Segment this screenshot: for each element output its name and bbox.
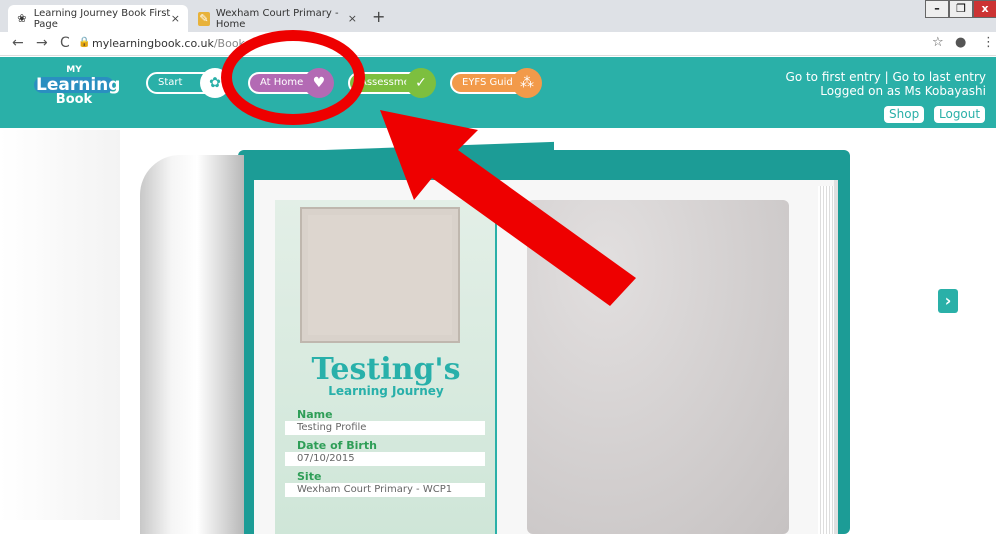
logo-line2: Learning [34, 75, 121, 95]
name-value: Testing Profile [285, 421, 485, 435]
book-subtitle: Learning Journey [328, 384, 444, 398]
tab-title: Learning Journey Book First Page [33, 7, 171, 30]
address-bar: ← → C 🔒 mylearningbook.co.uk/Book ☆ ● ⋮ [0, 32, 996, 56]
site-value: Wexham Court Primary - WCP1 [285, 483, 485, 497]
logout-button[interactable]: Logout [934, 106, 986, 123]
minimize-button[interactable]: – [925, 0, 949, 18]
dob-label: Date of Birth [297, 439, 377, 452]
stage-glow [0, 130, 120, 520]
tab-title: Wexham Court Primary - Home [215, 7, 339, 30]
tab-close-icon[interactable]: × [171, 12, 180, 25]
dots-icon: ⁂ [512, 68, 542, 98]
header-links: Go to first entry | Go to last entry Log… [786, 70, 986, 98]
browser-tabbar: ❀ Learning Journey Book First Page × ✎ W… [0, 0, 996, 32]
eyfs-guide-label: EYFS Guide [462, 77, 519, 88]
tab-wexham[interactable]: ✎ Wexham Court Primary - Home × [190, 5, 365, 32]
dob-value: 07/10/2015 [285, 452, 485, 466]
menu-icon[interactable]: ⋮ [982, 35, 995, 50]
pointer-arrow-icon [380, 110, 636, 306]
name-label: Name [297, 408, 333, 421]
eyfs-guide-button[interactable]: EYFS Guide ⁂ [450, 68, 542, 98]
tab-learning-journey[interactable]: ❀ Learning Journey Book First Page × [8, 5, 188, 32]
back-icon[interactable]: ← [12, 35, 24, 51]
start-label: Start [158, 77, 183, 88]
url-field[interactable]: mylearningbook.co.uk/Book [92, 37, 245, 50]
url-domain: mylearningbook.co.uk [92, 37, 214, 50]
account-icon[interactable]: ● [955, 35, 966, 50]
logo-line3: Book [55, 92, 93, 107]
entry-links[interactable]: Go to first entry | Go to last entry [786, 70, 986, 84]
clipboard-icon: ✓ [406, 68, 436, 98]
highlight-oval [221, 30, 365, 125]
page-curl[interactable] [140, 155, 244, 534]
restore-button[interactable]: ❐ [949, 0, 973, 18]
logged-on-text: Logged on as Ms Kobayashi [820, 84, 986, 98]
start-button[interactable]: Start ✿ [146, 68, 230, 98]
book-title: Testing's [311, 352, 461, 387]
next-page-button[interactable]: › [938, 289, 958, 313]
forward-icon[interactable]: → [36, 35, 48, 51]
shop-button[interactable]: Shop [884, 106, 925, 123]
star-icon[interactable]: ☆ [932, 35, 944, 50]
new-tab-button[interactable]: + [372, 7, 385, 26]
site-label: Site [297, 470, 322, 483]
lock-icon: 🔒 [78, 37, 91, 48]
tab-favicon-icon: ✎ [198, 11, 210, 26]
close-window-button[interactable]: x [973, 0, 996, 18]
page-stack [818, 186, 834, 534]
tab-close-icon[interactable]: × [348, 12, 357, 25]
my-learning-book-logo[interactable]: MY Learning Book [34, 63, 121, 113]
tab-favicon-icon: ❀ [17, 11, 27, 25]
reload-icon[interactable]: C [60, 35, 70, 51]
